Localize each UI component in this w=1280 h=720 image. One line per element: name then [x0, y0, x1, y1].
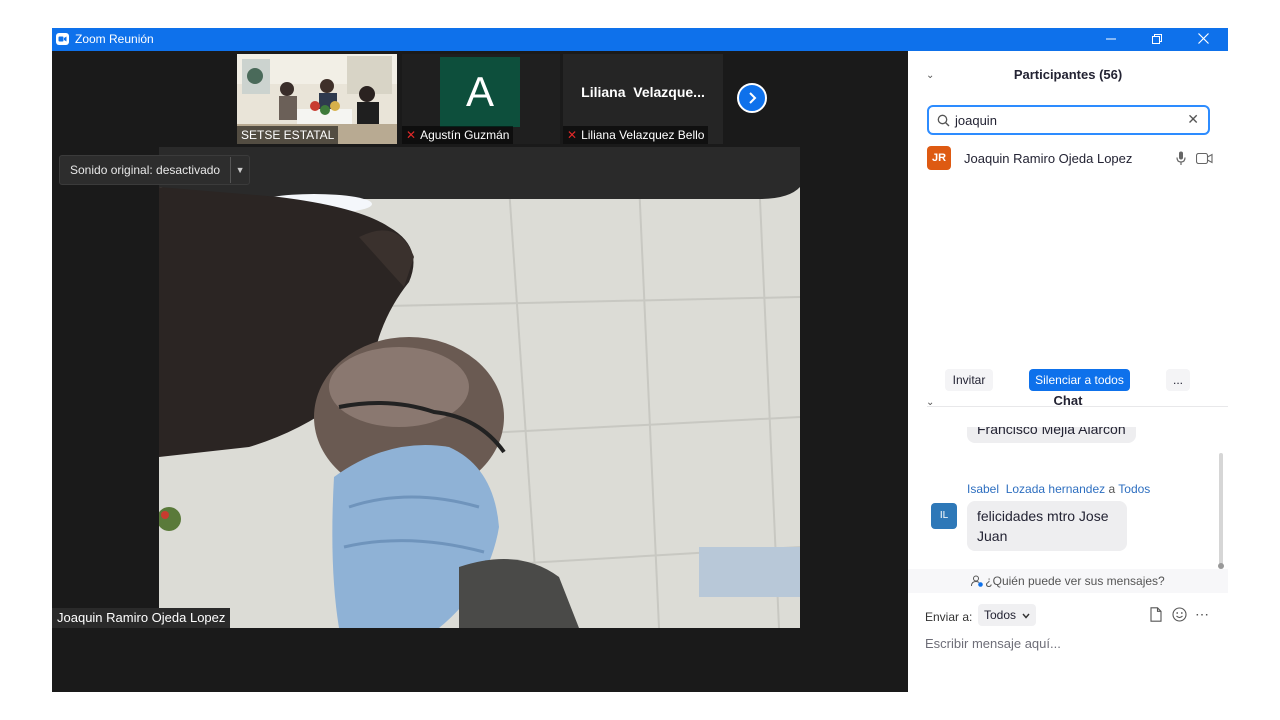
speaker-video-image: [159, 147, 800, 628]
message-bubble: felicidades mtro Jose Juan: [967, 501, 1127, 551]
chat-message-input[interactable]: Escribir mensaje aquí...: [925, 636, 1215, 651]
zoom-window: Zoom Reunión SETSE ESTATAL A ✕ Agustín G…: [52, 28, 1228, 692]
minimize-button[interactable]: [1088, 28, 1134, 51]
more-horizontal-icon: ⋯: [1195, 606, 1209, 622]
send-to-label: Enviar a:: [925, 610, 973, 624]
thumbnail-setse-estatal[interactable]: SETSE ESTATAL: [237, 54, 397, 144]
next-page-button[interactable]: [737, 83, 767, 113]
minimize-icon: [1106, 38, 1116, 40]
active-speaker-name: Joaquin Ramiro Ojeda Lopez: [52, 608, 231, 628]
clear-search-icon[interactable]: ✕: [1187, 111, 1199, 128]
more-options-button[interactable]: ...: [1166, 369, 1190, 391]
original-sound-toggle[interactable]: Sonido original: desactivado ▼: [59, 155, 251, 185]
mic-muted-icon: ✕: [567, 128, 578, 142]
message-text-line-1: felicidades mtro Jose: [977, 508, 1109, 524]
chat-more-button[interactable]: ⋯: [1193, 607, 1211, 625]
original-sound-label: Sonido original: desactivado: [60, 157, 232, 183]
sender-avatar: IL: [931, 503, 957, 529]
participants-header: Participantes (56): [1013, 67, 1123, 82]
message-sender-line: Isabel Lozada hernandez a Todos: [967, 482, 1150, 496]
restore-icon: [1152, 34, 1162, 44]
mute-all-button[interactable]: Silenciar a todos: [1029, 369, 1130, 391]
side-panel: ⌄ Participantes (56) joaquin ✕ JR Joaqui…: [908, 51, 1228, 692]
participant-display-name: Liliana Velazque...: [581, 84, 705, 100]
thumbnail-name-row: ✕ Agustín Guzmán: [402, 126, 514, 144]
chat-scrollbar[interactable]: [1219, 453, 1223, 565]
close-button[interactable]: [1180, 28, 1226, 51]
send-to-dropdown[interactable]: Todos: [978, 604, 1037, 626]
search-icon: [937, 114, 950, 127]
emoji-button[interactable]: [1170, 607, 1188, 625]
chevron-right-icon: [749, 92, 757, 104]
sender-last-name: Lozada hernandez: [1005, 482, 1106, 496]
sender-first-name: Isabel: [967, 482, 1000, 496]
thumbnail-name: Liliana Velazquez Bello: [581, 128, 705, 142]
thumbnail-agustin-guzman[interactable]: A ✕ Agustín Guzmán: [402, 54, 560, 144]
thumbnail-name-row: ✕ Liliana Velazquez Bello: [563, 126, 709, 144]
microphone-icon[interactable]: [1176, 151, 1186, 166]
thumbnail-liliana-velazquez[interactable]: Liliana Velazque... ✕ Liliana Velazquez B…: [563, 54, 723, 144]
who-can-see-text: ¿Quién puede ver sus mensajes?: [985, 574, 1165, 588]
zoom-logo-icon: [56, 33, 69, 45]
invite-button[interactable]: Invitar: [945, 369, 993, 391]
participant-search-input[interactable]: joaquin ✕: [927, 105, 1210, 135]
chat-header: Chat: [1053, 393, 1083, 408]
mic-muted-icon: ✕: [406, 128, 417, 142]
who-can-see-link[interactable]: ¿Quién puede ver sus mensajes?: [908, 569, 1228, 593]
person-info-icon: [971, 575, 984, 587]
video-stage: SETSE ESTATAL A ✕ Agustín Guzmán Liliana …: [52, 51, 908, 692]
close-icon: [1197, 33, 1209, 44]
file-icon: [1150, 607, 1162, 622]
thumbnail-name: SETSE ESTATAL: [237, 126, 339, 144]
emoji-icon: [1171, 607, 1187, 622]
message-recipient: Todos: [1118, 482, 1151, 496]
restore-button[interactable]: [1134, 28, 1180, 51]
participant-avatar: JR: [927, 146, 951, 170]
video-camera-icon[interactable]: [1196, 153, 1213, 164]
search-value: joaquin: [955, 113, 997, 128]
thumbnail-strip: SETSE ESTATAL A ✕ Agustín Guzmán Liliana …: [52, 51, 908, 148]
sender-to-word: a: [1108, 482, 1116, 496]
participant-row[interactable]: JR Joaquin Ramiro Ojeda Lopez: [927, 146, 1217, 170]
title-bar: Zoom Reunión: [52, 28, 1228, 51]
send-to-value: Todos: [984, 608, 1017, 622]
message-text-line-2: Juan: [977, 528, 1008, 544]
participant-initial-avatar: A: [440, 57, 520, 127]
chevron-down-icon: [1022, 613, 1030, 619]
speaker-video: [159, 147, 800, 628]
window-title: Zoom Reunión: [75, 32, 154, 46]
thumbnail-name: Agustín Guzmán: [420, 128, 510, 142]
file-share-button[interactable]: [1147, 607, 1165, 625]
participant-name: Joaquin Ramiro Ojeda Lopez: [964, 151, 1133, 166]
previous-message-bubble: Francisco Mejia Alarcón: [967, 427, 1136, 443]
chevron-down-icon[interactable]: ▼: [231, 165, 249, 175]
